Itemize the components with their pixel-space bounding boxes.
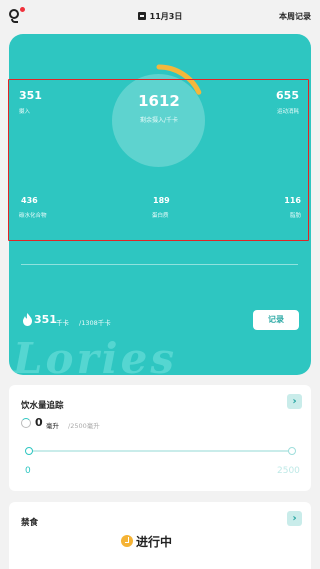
fasting-detail-button[interactable]: › (287, 511, 302, 526)
water-value: 0 (35, 416, 43, 429)
water-title: 饮水量追踪 (21, 401, 64, 411)
flame-icon (23, 313, 32, 326)
calorie-intake-value: 351 (34, 313, 57, 326)
water-slider-track[interactable] (29, 450, 292, 452)
chevron-right-icon: › (292, 513, 297, 524)
record-button[interactable]: 记录 (253, 310, 299, 330)
calendar-icon (137, 12, 146, 20)
brand-watermark: Lories (13, 334, 177, 375)
water-cup-icon (21, 418, 31, 428)
highlight-box (8, 79, 309, 241)
water-scale-min: 0 (25, 466, 31, 476)
fasting-card: 禁食 › 进行中 (9, 502, 311, 569)
top-bar: 11月3日 本周记录 (0, 0, 320, 34)
chevron-right-icon: › (292, 396, 297, 407)
weekly-record-link[interactable]: 本周记录 (279, 11, 311, 22)
water-unit: 毫升 (46, 422, 59, 430)
date-selector[interactable]: 11月3日 (0, 11, 320, 22)
water-tracking-card: 饮水量追踪 › 0 毫升 /2500毫升 0 2500 (9, 385, 311, 491)
card-divider (21, 264, 298, 265)
calorie-goal: /1308千卡 (79, 319, 111, 327)
calorie-unit: 千卡 (56, 319, 69, 327)
fasting-status: 进行中 (136, 535, 173, 549)
water-slider-end-knob[interactable] (288, 447, 296, 455)
water-detail-button[interactable]: › (287, 394, 302, 409)
water-scale-max: 2500 (277, 466, 300, 476)
fasting-status-icon (121, 535, 133, 547)
fasting-title: 禁食 (21, 518, 39, 528)
water-goal: /2500毫升 (68, 422, 100, 430)
water-slider-start-knob[interactable] (25, 447, 33, 455)
date-label: 11月3日 (149, 12, 183, 21)
